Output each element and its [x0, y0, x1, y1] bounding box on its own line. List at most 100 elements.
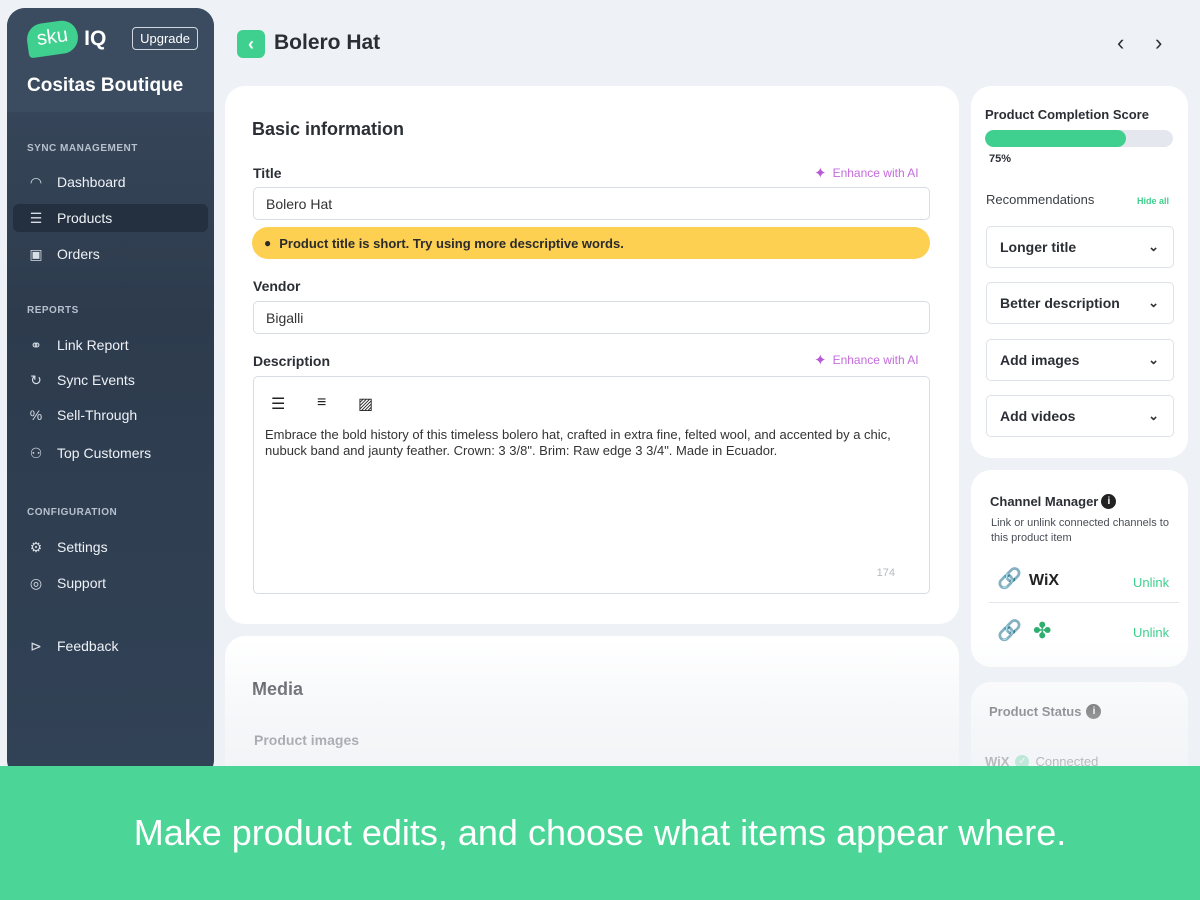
recommendations-label: Recommendations [986, 192, 1095, 207]
sidebar-item-settings[interactable]: ⚙ Settings [13, 533, 208, 561]
recommendation-add-images[interactable]: Add images ⌄ [986, 339, 1174, 381]
basic-information-heading: Basic information [252, 119, 405, 139]
description-enhance-ai-button[interactable]: ✦ Enhance with AI [814, 351, 919, 369]
vendor-input[interactable]: Bigalli [253, 301, 930, 334]
sidebar-item-sync-events[interactable]: ↻ Sync Events [13, 366, 208, 394]
chevron-down-icon: ⌄ [1148, 239, 1159, 254]
chevron-left-icon: ‹ [1117, 30, 1125, 55]
logo-sku: sku [24, 18, 81, 59]
hide-all-link[interactable]: Hide all [1137, 196, 1169, 206]
sidebar-item-link-report[interactable]: ⚭ Link Report [13, 331, 208, 359]
sidebar-item-label: Orders [57, 246, 100, 262]
sidebar-item-orders[interactable]: ▣ Orders [13, 240, 208, 268]
caption-text: Make product edits, and choose what item… [133, 812, 1067, 853]
megaphone-icon: ⊳ [30, 637, 42, 654]
sidebar-item-feedback[interactable]: ⊳ Feedback [13, 632, 208, 660]
channel-manager-title: Channel Manager i [990, 494, 1117, 509]
sidebar-item-label: Link Report [57, 337, 129, 353]
sidebar-item-label: Top Customers [57, 445, 152, 461]
back-button[interactable]: ‹ [237, 30, 265, 58]
title-alert: ● Product title is short. Try using more… [252, 227, 930, 259]
product-status-title: Product Status i [989, 704, 1102, 719]
app-logo[interactable]: sku IQ [24, 18, 107, 59]
sparkle-icon: ✦ [814, 165, 827, 182]
numbered-list-icon[interactable]: ≡ [317, 394, 326, 412]
recommendation-label: Add images [1000, 352, 1080, 368]
percent-icon: % [29, 407, 43, 423]
completion-score-card: Product Completion Score 75% Recommendat… [971, 86, 1188, 458]
upgrade-button[interactable]: Upgrade [132, 27, 198, 50]
enhance-label: Enhance with AI [832, 353, 919, 367]
caption-banner: Make product edits, and choose what item… [0, 766, 1200, 900]
basic-information-card: Basic information Title ✦ Enhance with A… [225, 86, 959, 624]
chevron-right-icon: › [1155, 30, 1163, 55]
title-input[interactable]: Bolero Hat [253, 187, 930, 220]
users-icon: ⚇ [29, 444, 43, 461]
section-reports: REPORTS [27, 305, 79, 316]
sparkle-icon: ✦ [814, 352, 827, 369]
gauge-icon: ◠ [29, 173, 43, 190]
description-text[interactable]: Embrace the bold history of this timeles… [265, 427, 920, 459]
title-enhance-ai-button[interactable]: ✦ Enhance with AI [814, 164, 919, 182]
recommendation-label: Longer title [1000, 239, 1077, 255]
sidebar-item-dashboard[interactable]: ◠ Dashboard [13, 168, 208, 196]
sidebar-item-support[interactable]: ◎ Support [13, 569, 208, 597]
page-title: Bolero Hat [274, 31, 381, 54]
sidebar-item-label: Feedback [57, 638, 119, 654]
chevron-left-icon: ‹ [248, 33, 254, 54]
sidebar: sku IQ Upgrade Cositas Boutique SYNC MAN… [7, 8, 214, 778]
alert-text: Product title is short. Try using more d… [279, 235, 624, 251]
logo-iq: IQ [84, 26, 107, 50]
image-icon[interactable]: ▨ [358, 394, 373, 414]
chevron-down-icon: ⌄ [1148, 352, 1159, 367]
sidebar-item-label: Dashboard [57, 174, 126, 190]
chevron-down-icon: ⌄ [1148, 408, 1159, 423]
recommendation-label: Add videos [1000, 408, 1076, 424]
unlink-wix-button[interactable]: Unlink [1133, 575, 1169, 590]
previous-product-button[interactable]: ‹ [1117, 30, 1124, 56]
bullet-list-icon[interactable]: ☰ [271, 394, 285, 414]
recommendation-add-videos[interactable]: Add videos ⌄ [986, 395, 1174, 437]
media-heading: Media [252, 679, 304, 699]
sidebar-item-label: Products [57, 210, 113, 226]
receipt-icon: ▣ [29, 245, 43, 262]
list-icon: ☰ [29, 209, 43, 226]
enhance-label: Enhance with AI [832, 166, 919, 180]
link-icon: 🔗 [997, 568, 1022, 590]
next-product-button[interactable]: › [1155, 30, 1162, 56]
sidebar-item-sell-through[interactable]: % Sell-Through [13, 401, 208, 429]
sidebar-item-label: Support [57, 575, 107, 591]
description-editor[interactable]: ☰ ≡ ▨ Embrace the bold history of this t… [253, 376, 930, 594]
completion-title: Product Completion Score [985, 107, 1149, 122]
sidebar-item-label: Settings [57, 539, 108, 555]
description-label: Description [253, 353, 331, 369]
link-icon: ⚭ [30, 336, 42, 353]
completion-progress-bar [985, 130, 1173, 147]
info-icon[interactable]: i [1101, 494, 1117, 509]
recommendation-better-description[interactable]: Better description ⌄ [986, 282, 1174, 324]
channel-manager-subtitle: Link or unlink connected channels to thi… [991, 517, 1169, 544]
info-icon[interactable]: i [1086, 704, 1102, 719]
store-name: Cositas Boutique [27, 75, 184, 96]
completion-percent: 75% [989, 153, 1012, 165]
gear-icon: ⚙ [29, 538, 43, 555]
channel-manager-card: Channel Manager i Link or unlink connect… [971, 470, 1188, 667]
product-images-label: Product images [254, 732, 360, 748]
recommendation-label: Better description [1000, 295, 1120, 311]
lifebuoy-icon: ◎ [29, 574, 43, 591]
vendor-label: Vendor [253, 278, 301, 294]
channel-manager-title-text: Channel Manager [990, 494, 1099, 509]
recommendation-longer-title[interactable]: Longer title ⌄ [986, 226, 1174, 268]
completion-progress-fill [985, 130, 1126, 147]
channel-wix-logo: WiX [1029, 572, 1060, 589]
character-count: 174 [876, 567, 895, 579]
link-icon: 🔗 [997, 620, 1022, 642]
sidebar-item-products[interactable]: ☰ Products [13, 204, 208, 232]
clover-logo-icon: ✤ [1033, 618, 1052, 643]
section-sync-management: SYNC MANAGEMENT [27, 143, 138, 154]
sidebar-header: sku IQ Upgrade Cositas Boutique [7, 8, 214, 112]
chevron-down-icon: ⌄ [1148, 295, 1159, 310]
sidebar-item-top-customers[interactable]: ⚇ Top Customers [13, 439, 208, 467]
sidebar-item-label: Sell-Through [57, 407, 138, 423]
unlink-clover-button[interactable]: Unlink [1133, 625, 1169, 640]
